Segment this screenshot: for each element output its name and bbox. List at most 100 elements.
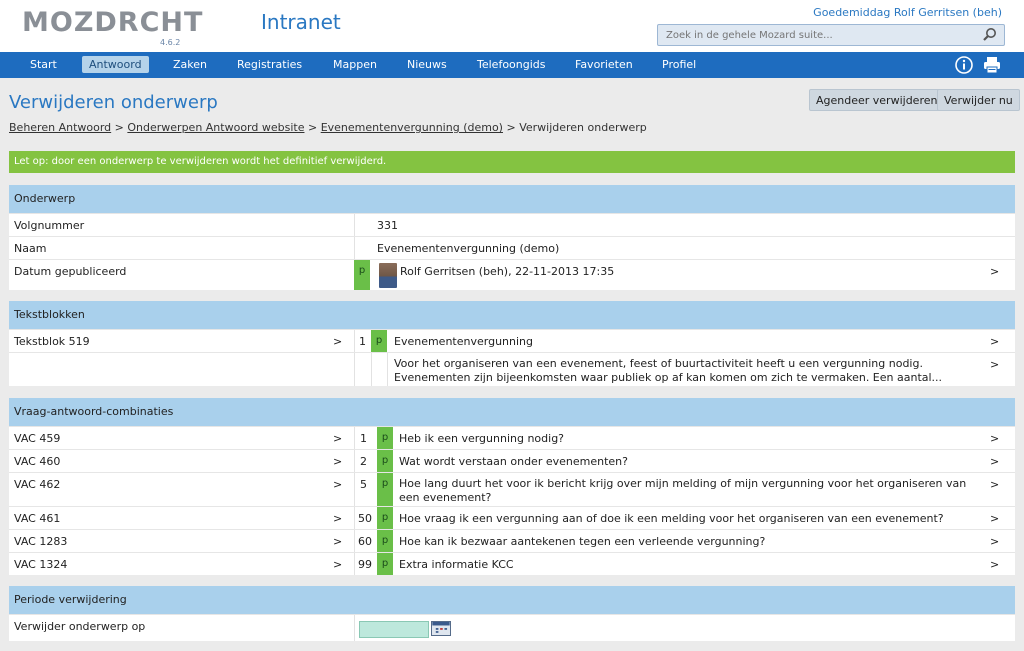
warning-alert: Let op: door een onderwerp te verwijdere… [9, 151, 1015, 173]
published-badge: p [354, 260, 370, 290]
question: Hoe lang duurt het voor ik bericht krijg… [399, 477, 967, 504]
header: MOZDRCHT 4.6.2 Intranet Goedemiddag Rolf… [0, 0, 1024, 52]
row-label: VAC 1324 [14, 558, 68, 571]
vac-row[interactable]: VAC 460 > 2 p Wat wordt verstaan onder e… [9, 449, 1015, 472]
order-number: 1 [360, 432, 367, 445]
chevron-right-icon[interactable]: > [990, 478, 999, 491]
published-badge: p [377, 450, 393, 472]
chevron-right-icon[interactable]: > [333, 432, 342, 445]
nav-registraties[interactable]: Registraties [230, 56, 309, 73]
order-number: 2 [360, 455, 367, 468]
chevron-right-icon[interactable]: > [990, 455, 999, 468]
vac-row[interactable]: VAC 1283 > 60 p Hoe kan ik bezwaar aante… [9, 529, 1015, 552]
row-label: VAC 460 [14, 455, 61, 468]
info-icon[interactable] [955, 56, 973, 74]
chevron-right-icon[interactable]: > [333, 478, 342, 491]
date-row: Verwijder onderwerp op [9, 614, 1015, 641]
chevron-right-icon[interactable]: > [333, 512, 342, 525]
chevron-right-icon[interactable]: > [990, 512, 999, 525]
nav-nieuws[interactable]: Nieuws [400, 56, 454, 73]
section-heading: Tekstblokken [9, 301, 1015, 329]
row-label: Datum gepubliceerd [14, 265, 127, 278]
search-box [657, 24, 1005, 46]
main-nav: Start Antwoord Zaken Registraties Mappen… [0, 52, 1024, 78]
row-value: 331 [377, 219, 398, 232]
chevron-right-icon[interactable]: > [333, 558, 342, 571]
info-row: Naam Evenementenvergunning (demo) [9, 236, 1015, 259]
question: Heb ik een vergunning nodig? [399, 432, 565, 445]
row-value: Evenementenvergunning (demo) [377, 242, 560, 255]
row-label: VAC 1283 [14, 535, 68, 548]
app-title: Intranet [261, 10, 341, 34]
search-icon[interactable] [982, 27, 998, 43]
vac-row[interactable]: VAC 462 > 5 p Hoe lang duurt het voor ik… [9, 472, 1015, 506]
published-badge: p [377, 553, 393, 575]
order-number: 5 [360, 478, 367, 491]
nav-start[interactable]: Start [23, 56, 64, 73]
version-label: 4.6.2 [160, 38, 181, 47]
chevron-right-icon[interactable]: > [990, 335, 999, 348]
chevron-right-icon[interactable]: > [990, 535, 999, 548]
section-heading: Vraag-antwoord-combinaties [9, 398, 1015, 426]
section-vac: Vraag-antwoord-combinaties VAC 459 > 1 p… [9, 398, 1015, 575]
nav-antwoord[interactable]: Antwoord [82, 56, 149, 73]
delete-now-button[interactable]: Verwijder nu [937, 89, 1020, 111]
row-label: VAC 462 [14, 478, 61, 491]
nav-favorieten[interactable]: Favorieten [568, 56, 640, 73]
nav-profiel[interactable]: Profiel [655, 56, 703, 73]
order-number: 60 [358, 535, 372, 548]
page-title: Verwijderen onderwerp [9, 92, 218, 113]
chevron-right-icon[interactable]: > [990, 265, 999, 278]
text-block-row[interactable]: Tekstblok 519 > 1 p Evenementenvergunnin… [9, 329, 1015, 352]
published-badge: p [377, 427, 393, 449]
text-block-preview-row[interactable]: Voor het organiseren van een evenement, … [9, 352, 1015, 386]
breadcrumb-link[interactable]: Evenementenvergunning (demo) [321, 121, 503, 134]
question: Wat wordt verstaan onder evenementen? [399, 455, 628, 468]
chevron-right-icon[interactable]: > [990, 432, 999, 445]
chevron-right-icon[interactable]: > [990, 558, 999, 571]
block-preview: Voor het organiseren van een evenement, … [394, 357, 943, 384]
section-heading: Onderwerp [9, 185, 1015, 213]
content-area: Verwijderen onderwerp Agendeer verwijder… [0, 78, 1024, 651]
schedule-delete-button[interactable]: Agendeer verwijderen [809, 89, 945, 111]
delete-date-input[interactable] [359, 621, 429, 638]
nav-mappen[interactable]: Mappen [326, 56, 384, 73]
section-onderwerp: Onderwerp Volgnummer 331 Naam Evenemente… [9, 185, 1015, 290]
info-row: Volgnummer 331 [9, 213, 1015, 236]
published-badge: p [377, 530, 393, 552]
breadcrumb-current: Verwijderen onderwerp [519, 121, 647, 134]
row-label: Verwijder onderwerp op [14, 620, 146, 633]
breadcrumb: Beheren Antwoord > Onderwerpen Antwoord … [9, 121, 647, 134]
breadcrumb-link[interactable]: Onderwerpen Antwoord website [127, 121, 304, 134]
row-label: VAC 461 [14, 512, 61, 525]
block-title: Evenementenvergunning [394, 335, 533, 348]
search-input[interactable] [658, 25, 978, 45]
nav-zaken[interactable]: Zaken [166, 56, 214, 73]
chevron-right-icon[interactable]: > [333, 335, 342, 348]
chevron-right-icon[interactable]: > [333, 455, 342, 468]
calendar-icon[interactable] [431, 621, 451, 636]
vac-row[interactable]: VAC 1324 > 99 p Extra informatie KCC > [9, 552, 1015, 575]
vac-row[interactable]: VAC 461 > 50 p Hoe vraag ik een vergunni… [9, 506, 1015, 529]
breadcrumb-link[interactable]: Beheren Antwoord [9, 121, 111, 134]
chevron-right-icon[interactable]: > [990, 358, 999, 371]
row-label: Naam [14, 242, 47, 255]
question: Extra informatie KCC [399, 558, 514, 571]
print-icon[interactable] [983, 56, 1001, 74]
question: Hoe kan ik bezwaar aantekenen tegen een … [399, 535, 766, 548]
vac-row[interactable]: VAC 459 > 1 p Heb ik een vergunning nodi… [9, 426, 1015, 449]
chevron-right-icon[interactable]: > [333, 535, 342, 548]
row-label: VAC 459 [14, 432, 61, 445]
order-number: 99 [358, 558, 372, 571]
avatar [379, 263, 397, 288]
info-row[interactable]: Datum gepubliceerd p Rolf Gerritsen (beh… [9, 259, 1015, 290]
row-value: Rolf Gerritsen (beh), 22-11-2013 17:35 [400, 265, 615, 278]
row-label: Tekstblok 519 [14, 335, 90, 348]
section-periode: Periode verwijdering Verwijder onderwerp… [9, 586, 1015, 641]
nav-telefoongids[interactable]: Telefoongids [470, 56, 553, 73]
order-number: 50 [358, 512, 372, 525]
section-tekstblokken: Tekstblokken Tekstblok 519 > 1 p Eveneme… [9, 301, 1015, 386]
mozard-logo[interactable]: MOZDRCHT [22, 8, 203, 38]
section-heading: Periode verwijdering [9, 586, 1015, 614]
user-greeting[interactable]: Goedemiddag Rolf Gerritsen (beh) [813, 6, 1002, 19]
